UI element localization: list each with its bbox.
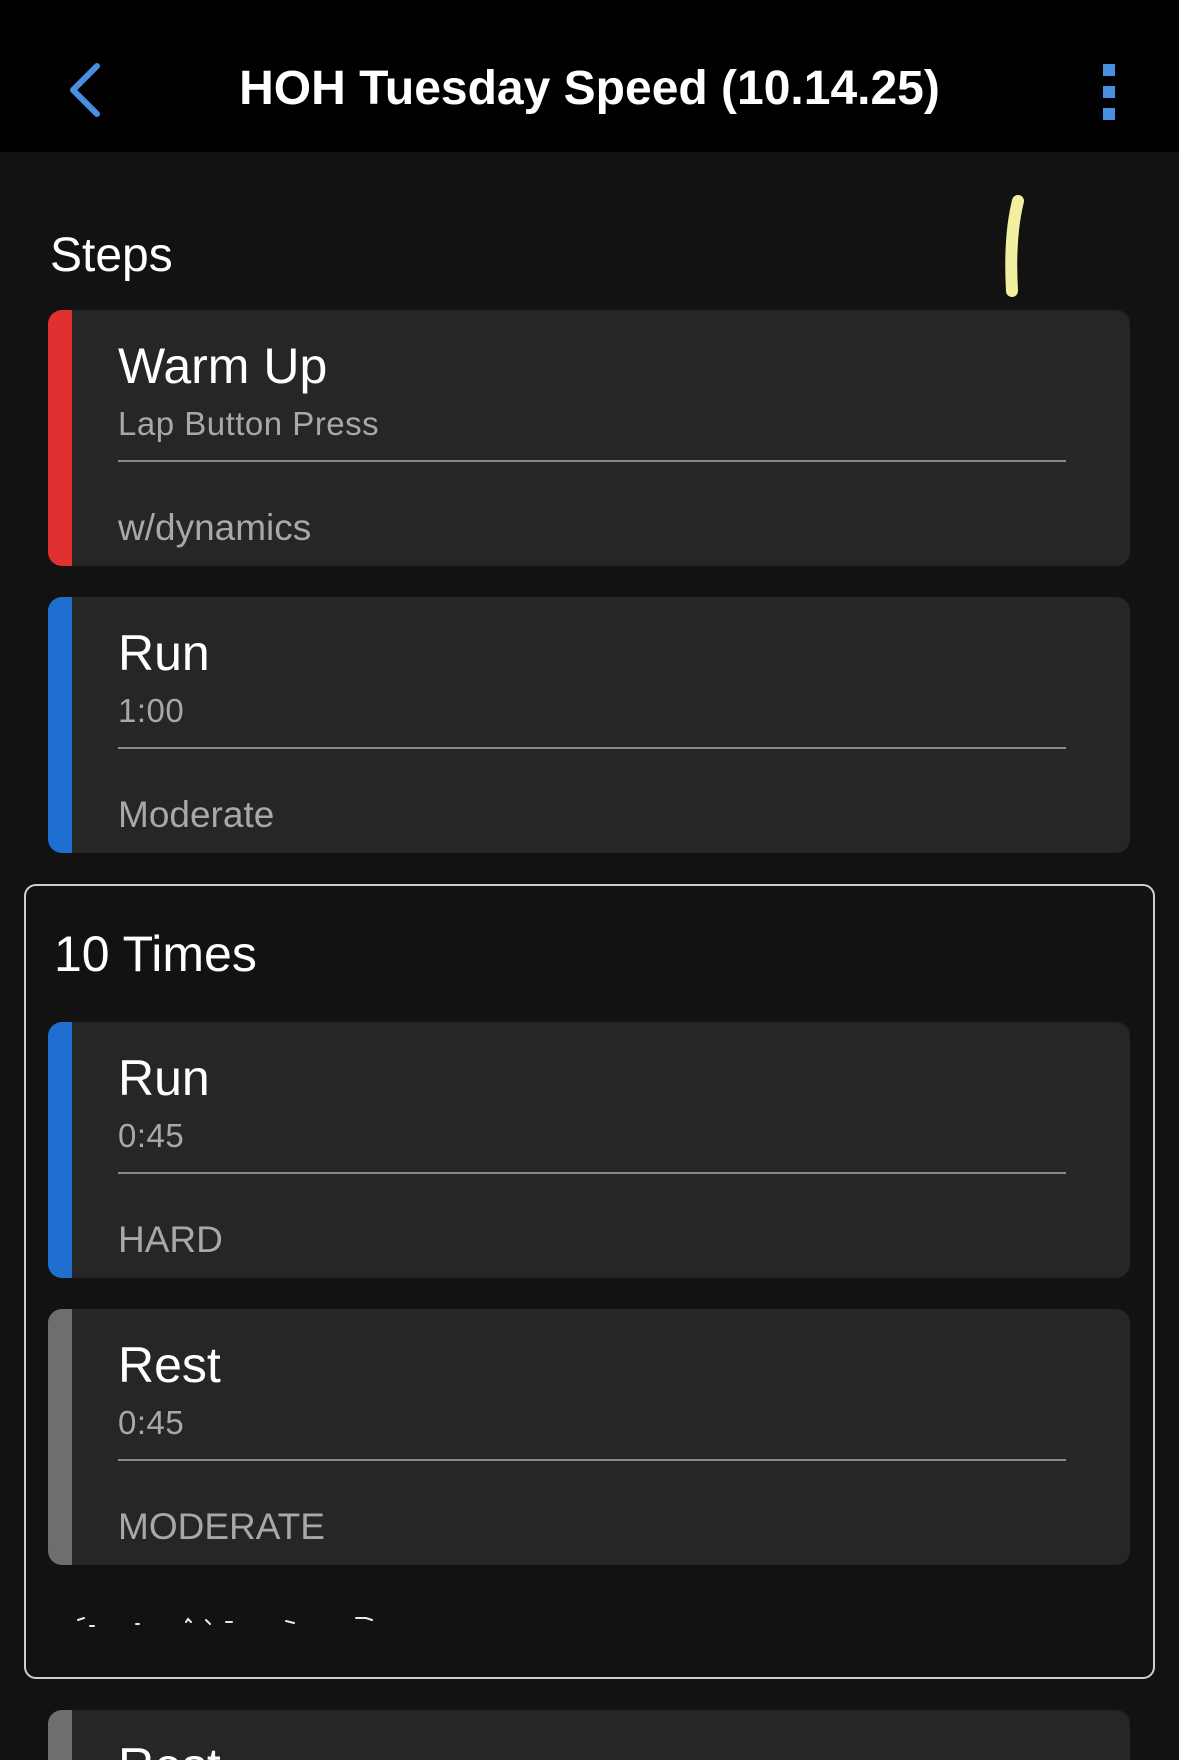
step-divider bbox=[118, 460, 1066, 462]
step-duration: 0:45 bbox=[118, 1404, 185, 1441]
step-name: Rest bbox=[118, 1736, 221, 1760]
top-nav-bar: HOH Tuesday Speed (10.14.25) bbox=[0, 0, 1179, 152]
scribble-artifact bbox=[77, 1617, 373, 1627]
repeat-step-card-rest[interactable]: Rest 0:45 MODERATE bbox=[48, 1309, 1130, 1565]
step-color-bar bbox=[48, 1710, 72, 1760]
step-name: Rest bbox=[118, 1337, 221, 1393]
step-divider bbox=[118, 1459, 1066, 1461]
step-duration: 1:00 bbox=[118, 692, 185, 729]
more-vertical-icon bbox=[1103, 64, 1115, 120]
step-divider bbox=[118, 747, 1066, 749]
repeat-step-card-run[interactable]: Run 0:45 HARD bbox=[48, 1022, 1130, 1278]
step-name: Run bbox=[118, 1050, 210, 1106]
step-duration: 0:45 bbox=[118, 1117, 185, 1154]
step-name: Warm Up bbox=[118, 338, 328, 394]
step-color-bar bbox=[48, 1022, 72, 1278]
step-note: MODERATE bbox=[118, 1506, 325, 1547]
step-color-bar bbox=[48, 1309, 72, 1565]
repeat-count-title: 10 Times bbox=[54, 926, 257, 982]
step-duration: Lap Button Press bbox=[118, 405, 380, 442]
steps-heading: Steps bbox=[50, 229, 173, 282]
chevron-left-icon bbox=[70, 63, 100, 117]
back-button[interactable] bbox=[50, 50, 120, 130]
step-card-run[interactable]: Run 1:00 Moderate bbox=[48, 597, 1130, 853]
step-card-rest-next[interactable]: Rest bbox=[48, 1710, 1130, 1760]
step-color-bar bbox=[48, 310, 72, 566]
page-title: HOH Tuesday Speed (10.14.25) bbox=[239, 62, 940, 115]
step-color-bar bbox=[48, 597, 72, 853]
step-note: HARD bbox=[118, 1219, 223, 1260]
step-divider bbox=[118, 1172, 1066, 1174]
yellow-annotation-mark bbox=[1005, 195, 1024, 297]
step-card-warm-up[interactable]: Warm Up Lap Button Press w/dynamics bbox=[48, 310, 1130, 566]
step-note: Moderate bbox=[118, 794, 275, 835]
step-note: w/dynamics bbox=[118, 507, 312, 548]
more-options-button[interactable] bbox=[1079, 52, 1139, 132]
step-name: Run bbox=[118, 625, 210, 681]
